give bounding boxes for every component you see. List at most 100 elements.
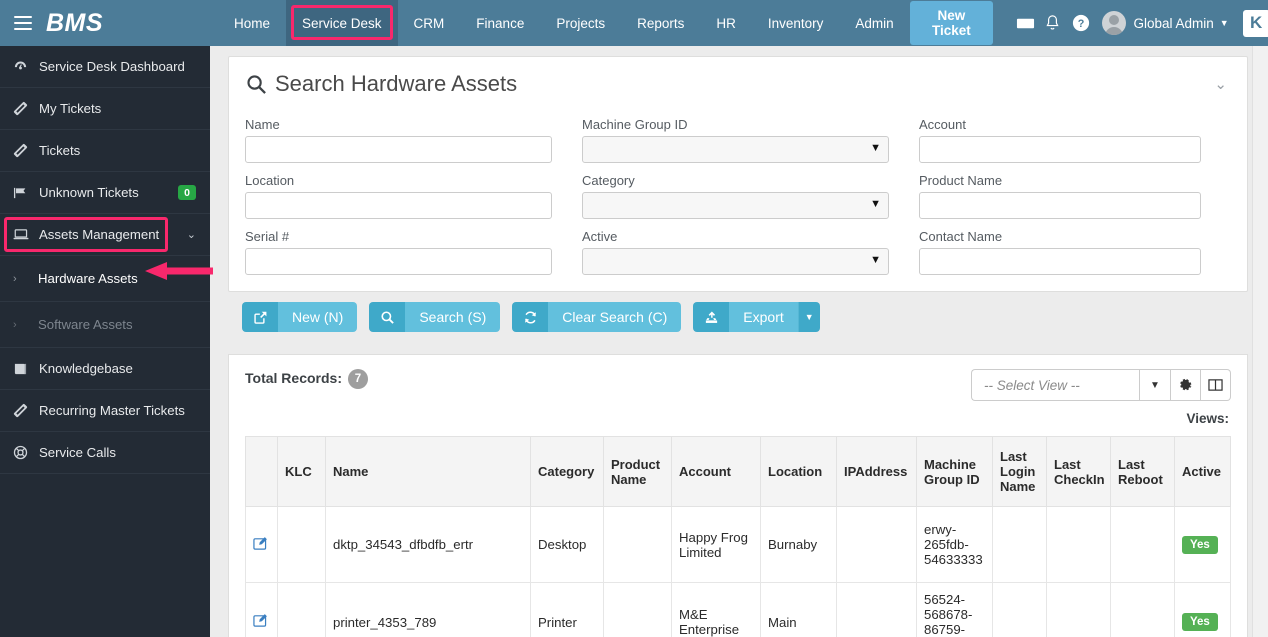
- avatar[interactable]: [1102, 11, 1127, 35]
- column-header-klc[interactable]: KLC: [277, 436, 326, 507]
- kaseya-logo-icon[interactable]: K: [1242, 9, 1268, 37]
- chevron-down-icon[interactable]: ▼: [1139, 369, 1171, 401]
- cell-product_name: [603, 506, 672, 583]
- chevron-down-icon[interactable]: ⌄: [187, 228, 196, 241]
- cell-edit[interactable]: [245, 582, 278, 637]
- sidebar-item-label: Knowledgebase: [39, 361, 133, 376]
- column-header-last_checkin[interactable]: Last CheckIn: [1046, 436, 1111, 507]
- assets-table-wrap: KLC Name Category Product Name Account Locati…: [229, 426, 1247, 637]
- nav-item-admin[interactable]: Admin: [839, 0, 909, 46]
- bell-icon[interactable]: [1039, 14, 1067, 33]
- column-header-category[interactable]: Category: [530, 436, 604, 507]
- active-select[interactable]: [582, 248, 889, 275]
- column-header-last_login_name[interactable]: Last Login Name: [992, 436, 1047, 507]
- sidebar-item-knowledgebase[interactable]: Knowledgebase: [0, 348, 210, 390]
- serial-input[interactable]: [245, 248, 552, 275]
- sidebar-item-recurring-master-tickets[interactable]: Recurring Master Tickets: [0, 390, 210, 432]
- nav-item-label: Finance: [476, 15, 525, 31]
- total-records-label: Total Records:: [245, 370, 342, 387]
- edit-icon[interactable]: [253, 614, 268, 631]
- field-product-name: Product Name: [919, 163, 1231, 219]
- location-input[interactable]: [245, 192, 552, 219]
- column-header-location[interactable]: Location: [760, 436, 837, 507]
- field-label: Category: [582, 173, 635, 188]
- select-wrap: ▼: [582, 192, 889, 219]
- column-header-last_reboot[interactable]: Last Reboot: [1110, 436, 1175, 507]
- cell-category: Printer: [530, 582, 604, 637]
- contact-name-input[interactable]: [919, 248, 1201, 275]
- clear-search-c-button[interactable]: Clear Search (C): [512, 302, 682, 332]
- select-view-dropdown[interactable]: -- Select View --: [971, 369, 1139, 401]
- sidebar-subitem-label: Software Assets: [38, 317, 133, 332]
- sidebar-item-label: Service Calls: [39, 445, 116, 460]
- chevron-down-icon[interactable]: ⌄: [1214, 75, 1231, 93]
- magnifier-icon: [369, 302, 406, 332]
- cell-edit[interactable]: [245, 506, 278, 583]
- page-title: Search Hardware Assets: [275, 71, 518, 96]
- table-row[interactable]: dktp_34543_dfbdfb_ertr Desktop Happy Frog …: [245, 506, 1231, 583]
- new-ticket-button[interactable]: New Ticket: [909, 1, 994, 45]
- sidebar-item-my-tickets[interactable]: My Tickets: [0, 88, 210, 130]
- clear-search-c-button-label: Clear Search (C): [548, 302, 682, 332]
- nav-item-hr[interactable]: HR: [700, 0, 752, 46]
- refresh-icon: [512, 302, 549, 332]
- column-header-machine_group_id[interactable]: Machine Group ID: [916, 436, 993, 507]
- nav-item-crm[interactable]: CRM: [398, 0, 461, 46]
- category-select[interactable]: [582, 192, 889, 219]
- gear-icon[interactable]: [1171, 369, 1201, 401]
- product-name-input[interactable]: [919, 192, 1201, 219]
- nav-item-label: Reports: [637, 15, 685, 31]
- external-link-icon: [242, 302, 278, 332]
- column-header-product_name[interactable]: Product Name: [603, 436, 672, 507]
- chevron-right-icon: ›: [13, 318, 17, 331]
- hardware-assets-table: KLC Name Category Product Name Account Locati…: [245, 436, 1231, 637]
- help-circle-icon[interactable]: ?: [1067, 14, 1095, 32]
- field-machine-group-id: Machine Group ID ▼: [582, 107, 919, 163]
- sidebar-item-unknown-tickets[interactable]: Unknown Tickets 0: [0, 172, 210, 214]
- sidebar-item-service-calls[interactable]: Service Calls: [0, 432, 210, 474]
- cell-active: Yes: [1174, 506, 1231, 583]
- chevron-down-icon[interactable]: ▼: [797, 302, 820, 332]
- nav-item-label: HR: [716, 15, 736, 31]
- column-header-account[interactable]: Account: [671, 436, 761, 507]
- chevron-down-icon[interactable]: ▼: [1220, 18, 1229, 28]
- envelope-icon[interactable]: [1011, 14, 1039, 33]
- sidebar-item-assets-management[interactable]: Assets Management ⌄: [0, 214, 210, 256]
- sidebar-item-service-desk-dashboard[interactable]: Service Desk Dashboard: [0, 46, 210, 88]
- brand-logo[interactable]: BMS: [46, 10, 103, 36]
- page-scrollbar[interactable]: [1252, 46, 1268, 637]
- nav-item-home[interactable]: Home: [218, 0, 286, 46]
- hamburger-icon[interactable]: [14, 16, 32, 30]
- nav-item-service-desk[interactable]: Service Desk: [286, 0, 398, 46]
- search-s-button[interactable]: Search (S): [369, 302, 501, 332]
- lifebuoy-icon: [13, 445, 39, 460]
- edit-icon[interactable]: [253, 536, 268, 554]
- table-row[interactable]: printer_4353_789 Printer M&E Enterprise Mai…: [245, 582, 1231, 637]
- cell-last_reboot: [1110, 506, 1175, 583]
- machine-group-id-select[interactable]: [582, 136, 889, 163]
- sidebar-subitem-hardware-assets[interactable]: › Hardware Assets: [0, 256, 210, 302]
- field-account: Account: [919, 107, 1231, 163]
- column-header-name[interactable]: Name: [325, 436, 531, 507]
- nav-item-reports[interactable]: Reports: [621, 0, 700, 46]
- cell-machine_group_id: erwy-265fdb-54633333: [916, 506, 993, 583]
- sidebar-item-tickets[interactable]: Tickets: [0, 130, 210, 172]
- name-input[interactable]: [245, 136, 552, 163]
- nav-item-finance[interactable]: Finance: [460, 0, 540, 46]
- brand-area: BMS: [0, 0, 210, 46]
- search-panel-header: Search Hardware Assets ⌄: [229, 57, 1247, 103]
- column-header-edit[interactable]: [245, 436, 278, 507]
- username-label[interactable]: Global Admin: [1133, 16, 1213, 31]
- nav-item-projects[interactable]: Projects: [540, 0, 621, 46]
- field-category: Category ▼: [582, 163, 919, 219]
- nav-item-inventory[interactable]: Inventory: [752, 0, 840, 46]
- column-header-ipaddress[interactable]: IPAddress: [836, 436, 917, 507]
- cell-ipaddress: [836, 506, 917, 583]
- columns-icon[interactable]: [1201, 369, 1231, 401]
- cell-klc: [277, 582, 326, 637]
- new-n-button[interactable]: New (N): [242, 302, 358, 332]
- account-input[interactable]: [919, 136, 1201, 163]
- sidebar-subitem-software-assets[interactable]: › Software Assets: [0, 302, 210, 348]
- export-button[interactable]: Export ▼: [693, 302, 820, 332]
- column-header-active[interactable]: Active: [1174, 436, 1231, 507]
